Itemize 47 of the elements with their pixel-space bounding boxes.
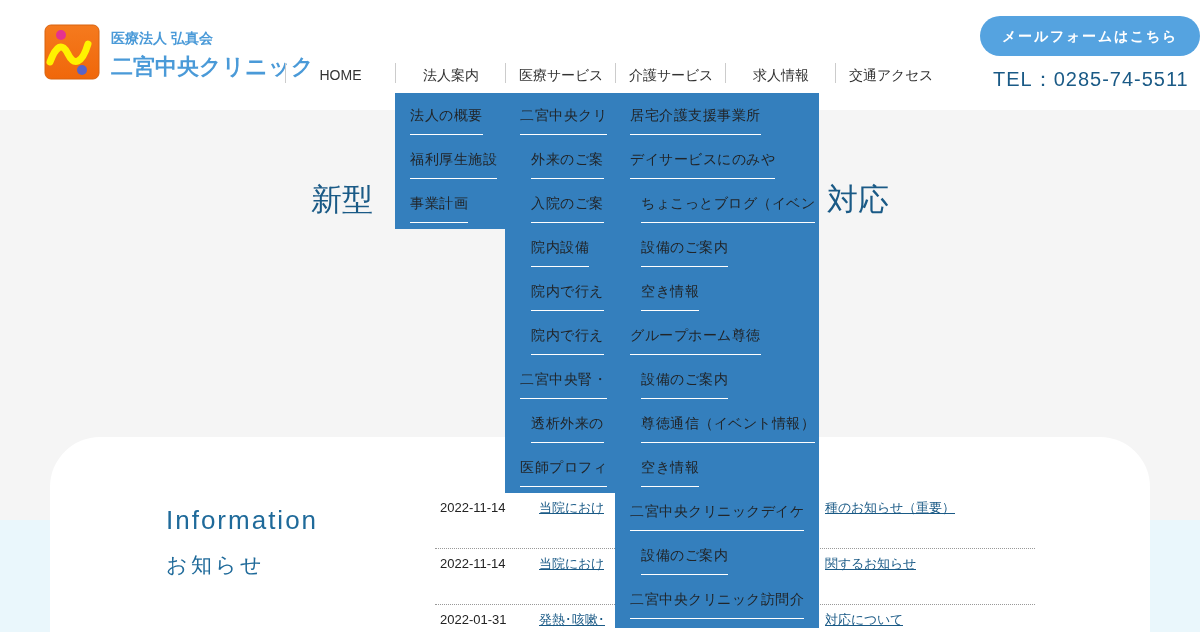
nav-link[interactable]: 医療サービス bbox=[518, 65, 603, 85]
menu-item[interactable]: 法人の概要 bbox=[410, 105, 483, 135]
menu-item[interactable]: 設備のご案内 bbox=[641, 237, 728, 267]
menu-item[interactable]: 事業計画 bbox=[410, 193, 468, 223]
menu-item[interactable]: 空き情報 bbox=[641, 281, 699, 311]
news-date: 2022-01-31 bbox=[439, 611, 508, 629]
menu-item[interactable]: 二宮中央クリニックデイケ bbox=[630, 501, 804, 531]
section-subtitle: お知らせ bbox=[166, 552, 266, 578]
organization-name: 医療法人 弘真会 bbox=[111, 29, 213, 47]
news-link[interactable]: 当院におけ bbox=[539, 498, 604, 518]
menu-item[interactable]: 院内設備 bbox=[531, 237, 589, 267]
news-date: 2022-11-14 bbox=[439, 499, 507, 517]
menu-item[interactable]: 医師プロフィ bbox=[520, 457, 607, 487]
menu-item[interactable]: 院内で行え bbox=[531, 281, 604, 311]
menu-item[interactable]: 二宮中央クリニック訪問介 bbox=[630, 589, 804, 619]
menu-item[interactable]: 設備のご案内 bbox=[641, 369, 728, 399]
news-link[interactable]: 関するお知らせ bbox=[825, 554, 916, 574]
nav-link[interactable]: 介護サービス bbox=[628, 65, 713, 85]
phone-number: TEL：0285-74-5511 bbox=[993, 67, 1190, 92]
news-date: 2022-11-14 bbox=[439, 555, 507, 573]
news-link[interactable]: 種のお知らせ（重要） bbox=[825, 498, 955, 518]
logo-icon bbox=[44, 24, 100, 80]
nav-link[interactable]: 求人情報 bbox=[752, 65, 809, 85]
page-title: 新型 bbox=[311, 182, 373, 219]
news-link[interactable]: 発熱･咳嗽･ bbox=[539, 610, 605, 630]
menu-item[interactable]: 院内で行え bbox=[531, 325, 604, 355]
menu-item[interactable]: 設備のご案内 bbox=[641, 545, 728, 575]
news-link[interactable]: 対応について bbox=[825, 610, 903, 630]
nav-link[interactable]: 交通アクセス bbox=[848, 65, 933, 85]
menu-item[interactable]: 外来のご案 bbox=[531, 149, 604, 179]
menu-item[interactable]: 福利厚生施設 bbox=[410, 149, 497, 179]
menu-item[interactable]: グループホーム尊徳 bbox=[630, 325, 761, 355]
page-title: 対応 bbox=[827, 182, 889, 219]
menu-item[interactable]: 空き情報 bbox=[641, 457, 699, 487]
menu-item[interactable]: 尊徳通信（イベント情報） bbox=[641, 413, 815, 443]
menu-item[interactable]: ちょこっとブログ（イベン bbox=[641, 193, 815, 223]
menu-item[interactable]: 二宮中央腎・ bbox=[520, 369, 607, 399]
news-link[interactable]: 当院におけ bbox=[539, 554, 604, 574]
menu-item[interactable]: 二宮中央クリ bbox=[520, 105, 607, 135]
menu-item[interactable]: 入院のご案 bbox=[531, 193, 604, 223]
menu-item[interactable]: デイサービスにのみや bbox=[630, 149, 775, 179]
menu-item[interactable]: 居宅介護支援事業所 bbox=[630, 105, 761, 135]
menu-item[interactable]: 透析外来の bbox=[531, 413, 604, 443]
nav-link[interactable]: 法人案内 bbox=[422, 65, 479, 85]
section-title: Information bbox=[166, 505, 320, 535]
nav-link[interactable]: HOME bbox=[319, 65, 362, 85]
mail-form-button[interactable]: メールフォームはこちら bbox=[980, 16, 1200, 56]
